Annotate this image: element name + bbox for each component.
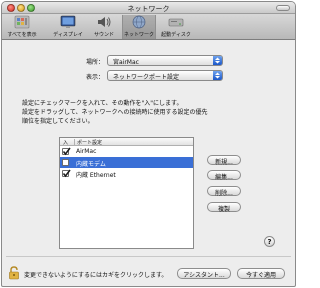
show-all-icon	[14, 15, 30, 29]
instructions-text: 設定にチェックマークを入れて、その動作を"入"にします。 設定をドラッグして、ネ…	[22, 99, 282, 126]
toolbar-item-label: サウンド	[93, 32, 114, 38]
port-name: AirMac	[76, 148, 97, 155]
lock-hint-text: 変更できないようにするにはカギをクリックします。	[24, 272, 168, 279]
show-label: 表示：	[85, 74, 104, 81]
network-pane: 場所： 宮airMac 表示： ネットワークポート設定 設定にチェックマークを入…	[2, 41, 295, 286]
lock-icon[interactable]	[8, 266, 20, 280]
list-item[interactable]: 内蔵 Ethernet	[60, 168, 193, 179]
toolbar-item-label: 起動ディスク	[161, 32, 191, 38]
port-name: 内蔵モデム	[76, 161, 106, 168]
show-value: ネットワークポート設定	[113, 74, 180, 81]
toolbar-item-label: ネットワーク	[123, 32, 154, 38]
popup-arrows-icon	[213, 71, 222, 80]
toolbar-toggle-button[interactable]	[276, 5, 290, 11]
header-port[interactable]: ポート設定	[74, 139, 102, 146]
popup-arrows-icon	[213, 56, 222, 65]
delete-button[interactable]: 削除...	[207, 186, 241, 197]
display-icon	[60, 15, 76, 28]
port-checkbox-modem[interactable]	[62, 159, 69, 166]
startup-disk-icon	[168, 18, 184, 27]
sound-icon	[98, 17, 111, 27]
divider	[6, 256, 291, 257]
port-configurations-list[interactable]: 入 ポート設定 AirMac 内蔵モデム 内蔵 Ethernet	[59, 137, 194, 249]
title-bar[interactable]: ネットワーク	[2, 2, 295, 14]
toolbar-item-display[interactable]: ディスプレイ	[51, 15, 85, 39]
location-label: 場所：	[85, 59, 104, 66]
apply-now-button[interactable]: 今すぐ適用	[237, 268, 285, 279]
list-header: 入 ポート設定	[60, 138, 193, 146]
location-value: 宮airMac	[113, 59, 139, 66]
list-item[interactable]: AirMac	[60, 146, 193, 157]
port-name: 内蔵 Ethernet	[76, 172, 116, 179]
network-icon	[132, 15, 146, 29]
toolbar-item-label: ディスプレイ	[53, 32, 83, 38]
preferences-window: ネットワーク すべてを表示 ディスプレイ サウンド ネットワーク 起動ディスク …	[1, 1, 296, 287]
instructions-line: 設定をドラッグして、ネットワークへの接続時に使用する設定の優先	[22, 109, 208, 116]
toolbar-item-show-all[interactable]: すべてを表示	[5, 15, 39, 39]
toolbar-item-startup-disk[interactable]: 起動ディスク	[159, 15, 193, 39]
port-checkbox-airmac[interactable]	[62, 147, 71, 156]
window-title: ネットワーク	[127, 5, 170, 13]
toolbar: すべてを表示 ディスプレイ サウンド ネットワーク 起動ディスク	[2, 14, 295, 40]
toolbar-item-network[interactable]: ネットワーク	[122, 15, 156, 39]
instructions-line: 設定にチェックマークを入れて、その動作を"入"にします。	[22, 100, 183, 107]
header-on[interactable]: 入	[63, 139, 68, 146]
edit-button[interactable]: 編集...	[207, 170, 241, 181]
show-popup[interactable]: ネットワークポート設定	[107, 70, 223, 81]
assistant-button[interactable]: アシスタント...	[177, 268, 231, 279]
toolbar-item-sound[interactable]: サウンド	[87, 15, 121, 39]
port-checkbox-ethernet[interactable]	[62, 169, 71, 178]
location-popup[interactable]: 宮airMac	[107, 55, 223, 66]
list-item[interactable]: 内蔵モデム	[60, 157, 193, 168]
help-button[interactable]: ?	[264, 236, 275, 247]
instructions-line: 順位を指定してください。	[22, 118, 94, 125]
duplicate-button[interactable]: 複製	[207, 202, 241, 213]
toolbar-item-label: すべてを表示	[7, 32, 37, 38]
new-button[interactable]: 新規...	[207, 155, 241, 166]
